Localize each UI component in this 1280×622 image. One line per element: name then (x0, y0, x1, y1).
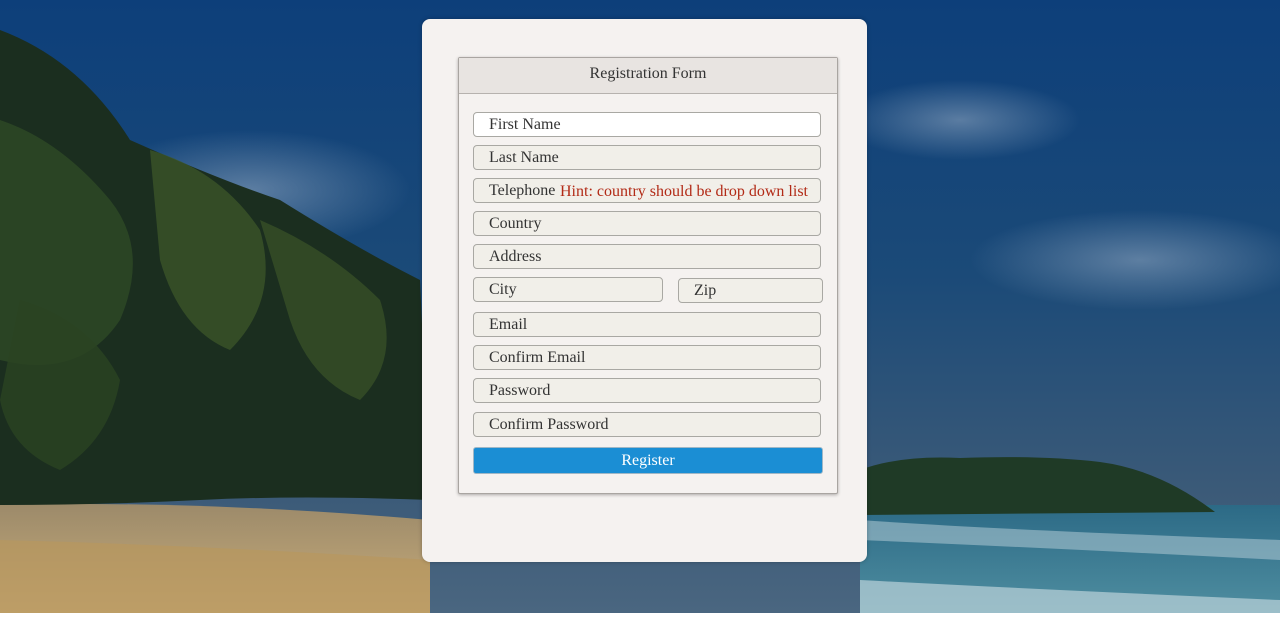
city-input[interactable] (473, 277, 663, 302)
email-input[interactable] (473, 312, 821, 337)
registration-card: Registration Form Telephone Hint: countr… (422, 19, 867, 562)
form-title: Registration Form (459, 58, 837, 94)
telephone-input[interactable]: Telephone Hint: country should be drop d… (473, 178, 821, 203)
register-button[interactable]: Register (473, 447, 823, 474)
last-name-input[interactable] (473, 145, 821, 170)
address-input[interactable] (473, 244, 821, 269)
confirm-email-input[interactable] (473, 345, 821, 370)
confirm-password-input[interactable] (473, 412, 821, 437)
telephone-placeholder: Telephone (489, 182, 556, 199)
password-input[interactable] (473, 378, 821, 403)
first-name-input[interactable] (473, 112, 821, 137)
country-input[interactable] (473, 211, 821, 236)
zip-input[interactable] (678, 278, 823, 303)
registration-panel: Registration Form Telephone Hint: countr… (458, 57, 838, 494)
hint-text: Hint: country should be drop down list (560, 183, 808, 200)
